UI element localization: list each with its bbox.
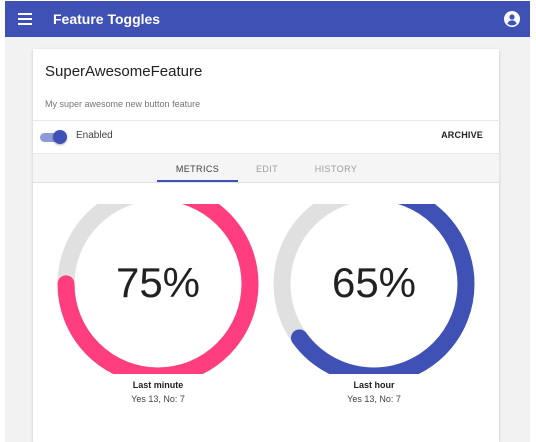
feature-description: My super awesome new button feature <box>45 99 201 109</box>
gauge-counts: Yes 13, No: 7 <box>347 394 401 404</box>
feature-name: SuperAwesomeFeature <box>45 63 203 80</box>
app-bar: Feature Toggles <box>5 1 530 37</box>
switch-thumb <box>53 130 67 144</box>
tab-metrics[interactable]: METRICS <box>157 154 238 183</box>
account-button[interactable] <box>502 9 522 29</box>
menu-button[interactable] <box>5 1 45 37</box>
archive-button[interactable]: ARCHIVE <box>441 130 483 140</box>
app-title: Feature Toggles <box>53 11 161 27</box>
active-tab-indicator <box>157 180 238 182</box>
account-circle-icon <box>504 11 520 27</box>
gauge-percent: 65% <box>331 259 417 306</box>
tab-history[interactable]: HISTORY <box>299 154 373 183</box>
tab-edit[interactable]: EDIT <box>245 154 289 183</box>
gauge-caption: Last hour <box>353 380 395 390</box>
hamburger-menu-icon <box>18 13 32 25</box>
tab-bar: METRICS EDIT HISTORY <box>33 153 499 183</box>
gauge-last-hour: 65% Last hour Yes 13, No: 7 <box>269 204 479 434</box>
gauge-counts: Yes 13, No: 7 <box>131 394 185 404</box>
toggle-row: Enabled ARCHIVE <box>33 121 499 153</box>
gauge-percent: 75% <box>115 259 201 306</box>
gauge-caption: Last minute <box>132 380 184 390</box>
feature-card: SuperAwesomeFeature My super awesome new… <box>33 49 499 442</box>
gauge-last-minute: 75% Last minute Yes 13, No: 7 <box>53 204 263 434</box>
enabled-label: Enabled <box>76 130 113 141</box>
enabled-switch[interactable] <box>40 129 67 145</box>
